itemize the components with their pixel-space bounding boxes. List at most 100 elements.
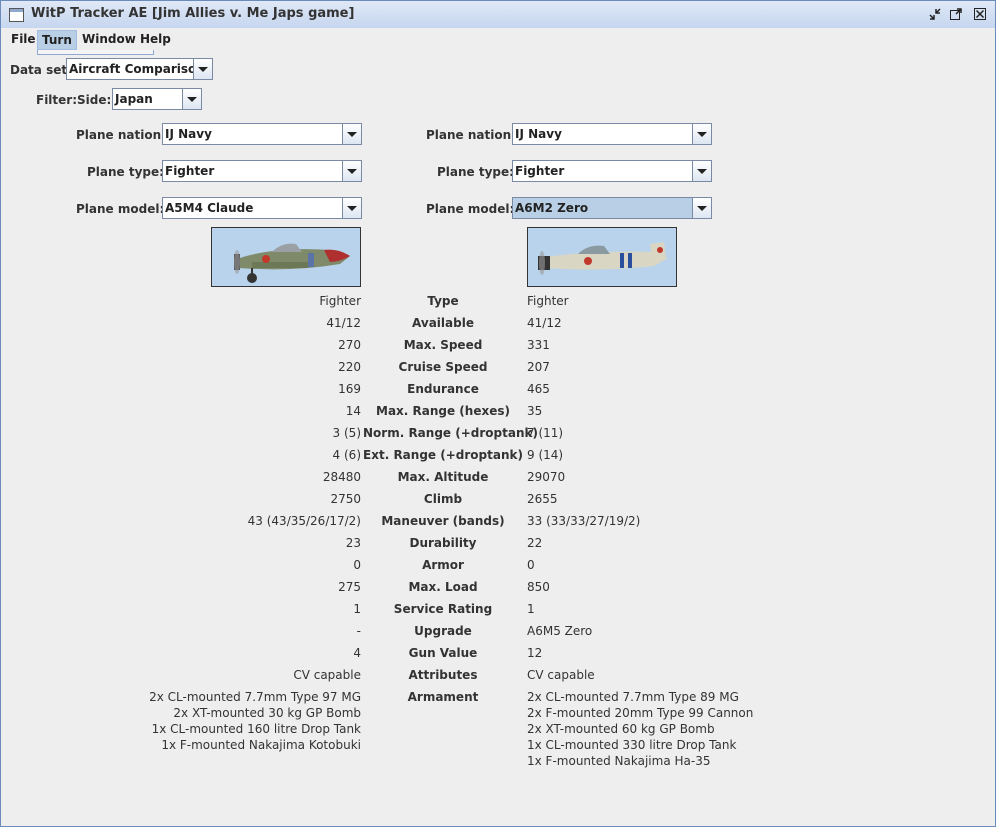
menu-bar: File Turn Window Help (1, 28, 995, 50)
stat-name: Maneuver (bands) (381, 514, 505, 528)
armament-left-item: 1x F-mounted Nakajima Kotobuki (161, 738, 361, 752)
stat-right-value: 35 (527, 404, 543, 418)
stat-name: Cruise Speed (398, 360, 488, 374)
stat-name: Available (412, 316, 474, 330)
stat-name: Service Rating (393, 602, 493, 616)
left-nation-label: Plane nation: (76, 128, 166, 142)
stat-right-value: 1 (527, 602, 535, 616)
right-type-label: Plane type: (437, 165, 514, 179)
armament-right-item: 2x F-mounted 20mm Type 99 Cannon (527, 706, 754, 720)
stat-name: Attributes (408, 668, 478, 682)
stat-left-value: 41/12 (326, 316, 361, 330)
armament-right-item: 2x XT-mounted 60 kg GP Bomb (527, 722, 715, 736)
stat-right-value: CV capable (527, 668, 595, 682)
armament-right-item: 1x F-mounted Nakajima Ha-35 (527, 754, 711, 768)
stat-name: Gun Value (408, 646, 478, 660)
stat-right-value: 41/12 (527, 316, 562, 330)
armament-label: Armament (407, 690, 479, 704)
app-window: WitP Tracker AE [Jim Allies v. Me Japs g… (0, 0, 996, 827)
chevron-down-icon[interactable] (342, 161, 361, 181)
armament-left-item: 1x CL-mounted 160 litre Drop Tank (151, 722, 361, 736)
stat-right-value: 7 (11) (527, 426, 564, 440)
stat-left-value: 43 (43/35/26/17/2) (247, 514, 361, 528)
stat-left-value: 4 (6) (332, 448, 361, 462)
side-value: Japan (115, 92, 153, 106)
stat-name: Ext. Range (+droptank) (363, 448, 523, 462)
right-nation-select[interactable]: IJ Navy (512, 123, 712, 145)
left-plane-image (211, 227, 361, 287)
stat-name: Climb (423, 492, 463, 506)
left-nation-select[interactable]: IJ Navy (162, 123, 362, 145)
right-nation-value: IJ Navy (515, 127, 562, 141)
stat-name: Durability (409, 536, 477, 550)
menu-help[interactable]: Help (136, 30, 175, 48)
stat-left-value: 14 (345, 404, 361, 418)
stat-left-value: 1 (353, 602, 361, 616)
stat-right-value: 9 (14) (527, 448, 564, 462)
stat-name: Norm. Range (+droptank) (363, 426, 538, 440)
stat-name: Endurance (407, 382, 479, 396)
menu-file[interactable]: File (7, 30, 40, 48)
window-title: WitP Tracker AE [Jim Allies v. Me Japs g… (31, 6, 355, 21)
stat-name: Upgrade (414, 624, 472, 638)
left-model-value: A5M4 Claude (165, 201, 254, 215)
stat-left-value: 28480 (322, 470, 361, 484)
chevron-down-icon[interactable] (692, 124, 711, 144)
app-icon (9, 8, 24, 22)
menu-turn[interactable]: Turn (37, 30, 77, 50)
stat-right-value: A6M5 Zero (527, 624, 593, 638)
right-type-value: Fighter (515, 164, 565, 178)
left-model-label: Plane model: (76, 202, 165, 216)
stat-left-value: 2750 (330, 492, 361, 506)
stat-left-value: 3 (5) (332, 426, 361, 440)
left-type-select[interactable]: Fighter (162, 160, 362, 182)
stat-left-value: - (356, 624, 361, 638)
left-model-select[interactable]: A5M4 Claude (162, 197, 362, 219)
stat-right-value: 29070 (527, 470, 566, 484)
dataset-select[interactable]: Aircraft Comparison (66, 58, 213, 80)
minimize-icon[interactable] (927, 7, 943, 22)
dataset-value: Aircraft Comparison (69, 62, 205, 76)
stat-name: Max. Speed (403, 338, 483, 352)
armament-left-item: 2x XT-mounted 30 kg GP Bomb (173, 706, 361, 720)
stat-right-value: 331 (527, 338, 550, 352)
stat-right-value: 22 (527, 536, 543, 550)
stat-name: Max. Load (408, 580, 478, 594)
chevron-down-icon[interactable] (692, 198, 711, 218)
right-type-select[interactable]: Fighter (512, 160, 712, 182)
menu-window[interactable]: Window (78, 30, 140, 48)
title-bar: WitP Tracker AE [Jim Allies v. Me Japs g… (1, 1, 995, 29)
stat-left-value: Fighter (319, 294, 361, 308)
stat-right-value: 12 (527, 646, 543, 660)
close-icon[interactable] (972, 7, 988, 22)
chevron-down-icon[interactable] (342, 198, 361, 218)
stat-left-value: 0 (353, 558, 361, 572)
right-model-label: Plane model: (426, 202, 515, 216)
stat-left-value: 270 (338, 338, 361, 352)
filter-label: Filter: (36, 93, 78, 107)
stat-left-value: 275 (338, 580, 361, 594)
left-type-label: Plane type: (87, 165, 164, 179)
stat-left-value: 169 (338, 382, 361, 396)
side-select[interactable]: Japan (112, 88, 202, 110)
right-plane-image (527, 227, 677, 287)
left-nation-value: IJ Navy (165, 127, 212, 141)
stat-right-value: 465 (527, 382, 550, 396)
side-label: Side: (77, 93, 112, 107)
armament-right-item: 2x CL-mounted 7.7mm Type 89 MG (527, 690, 739, 704)
stat-left-value: 23 (345, 536, 361, 550)
chevron-down-icon[interactable] (692, 161, 711, 181)
chevron-down-icon[interactable] (342, 124, 361, 144)
right-nation-label: Plane nation: (426, 128, 516, 142)
maximize-icon[interactable] (948, 7, 964, 22)
chevron-down-icon[interactable] (182, 89, 201, 109)
stat-name: Max. Altitude (397, 470, 489, 484)
stat-right-value: 2655 (527, 492, 558, 506)
chevron-down-icon[interactable] (193, 59, 212, 79)
stat-right-value: 850 (527, 580, 550, 594)
stat-name: Max. Range (hexes) (376, 404, 510, 418)
stat-right-value: 207 (527, 360, 550, 374)
dataset-label: Data set: (10, 63, 72, 77)
right-model-select[interactable]: A6M2 Zero (512, 197, 712, 219)
stat-right-value: 33 (33/33/27/19/2) (527, 514, 641, 528)
